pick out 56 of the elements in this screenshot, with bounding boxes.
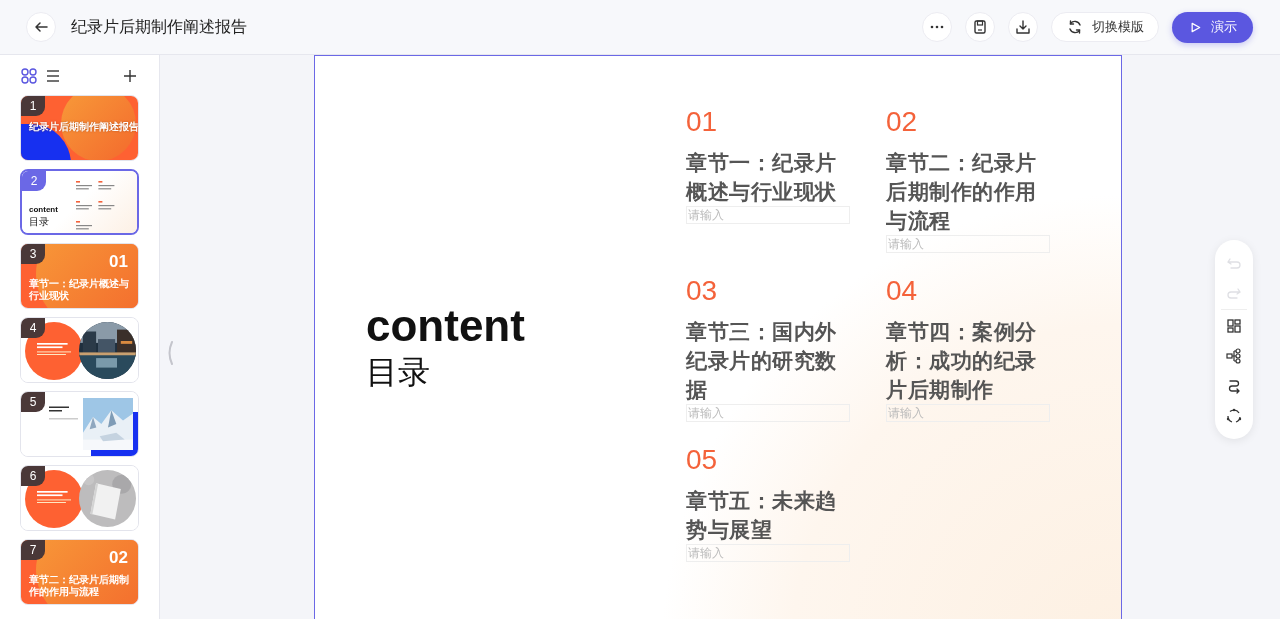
slide-thumbnail[interactable]: 01 章节一：纪录片概述与行业现状 3 (20, 243, 139, 309)
cycle-icon (1225, 407, 1243, 425)
menu-icon (44, 67, 62, 85)
document-title: 纪录片后期制作阐述报告 (71, 16, 248, 37)
chapter-title: 章节一：纪录片概述与行业现状 (686, 150, 838, 205)
download-button[interactable] (1008, 12, 1038, 42)
chapter-number: 01 (686, 106, 719, 138)
thumbnail-heading: content (29, 205, 58, 214)
slide-number: 2 (22, 171, 46, 191)
input-field[interactable]: 请输入 (886, 404, 1050, 422)
plus-icon (121, 67, 139, 85)
slide-subheading: 目录 (366, 353, 431, 392)
thumbnail-title: 章节一：纪录片概述与行业现状 (29, 278, 130, 302)
slide-thumbnail[interactable]: content 目录 2 (20, 169, 139, 235)
thumbnail-number: 01 (109, 252, 128, 272)
switch-template-button[interactable]: 切换模版 (1051, 12, 1159, 42)
input-field[interactable]: 请输入 (686, 544, 850, 562)
grid-view-button[interactable] (20, 67, 38, 85)
collapse-handle-icon[interactable] (166, 340, 174, 366)
refresh-icon (1066, 18, 1084, 36)
chapter-number: 04 (886, 275, 919, 307)
present-button[interactable]: 演示 (1172, 11, 1253, 43)
save-icon (971, 18, 989, 36)
chapter-number: 05 (686, 444, 719, 476)
grid-icon (20, 67, 38, 85)
layout-icon (1225, 317, 1243, 335)
chapter-number: 02 (886, 106, 919, 138)
slide-number: 7 (21, 540, 45, 560)
slide-heading: content (366, 300, 526, 352)
chapter-number: 03 (686, 275, 719, 307)
slide-number: 3 (21, 244, 45, 264)
input-field[interactable]: 请输入 (886, 235, 1050, 253)
slide-number: 1 (21, 96, 45, 116)
thumbnail-number: 02 (109, 548, 128, 568)
input-field[interactable]: 请输入 (686, 404, 850, 422)
input-field[interactable]: 请输入 (686, 206, 850, 224)
chapter-title: 章节三：国内外纪录片的研究数据 (686, 319, 838, 403)
slide-number: 4 (21, 318, 45, 338)
thumbnail-subheading: 目录 (29, 215, 49, 229)
back-button[interactable] (26, 12, 56, 42)
save-button[interactable] (965, 12, 995, 42)
list-view-button[interactable] (44, 67, 62, 85)
download-icon (1014, 18, 1032, 36)
hierarchy-icon (1225, 347, 1243, 365)
thumbnail-title: 章节二：纪录片后期制作的作用与流程 (29, 574, 130, 598)
add-slide-button[interactable] (121, 67, 139, 85)
more-icon (930, 25, 944, 29)
slide-number: 6 (21, 466, 45, 486)
slide-thumbnail[interactable]: 5 (20, 391, 139, 457)
slide-thumbnail[interactable]: 02 章节二：纪录片后期制作的作用与流程 7 (20, 539, 139, 605)
chapter-title: 章节五：未来趋势与展望 (686, 488, 838, 543)
chapter-title: 章节二：纪录片后期制作的作用与流程 (886, 150, 1038, 234)
chapter-title: 章节四：案例分析：成功的纪录片后期制作 (886, 319, 1038, 403)
slide-number: 5 (21, 392, 45, 412)
slide-thumbnail[interactable]: 4 (20, 317, 139, 383)
slide-thumbnail[interactable]: 6 (20, 465, 139, 531)
